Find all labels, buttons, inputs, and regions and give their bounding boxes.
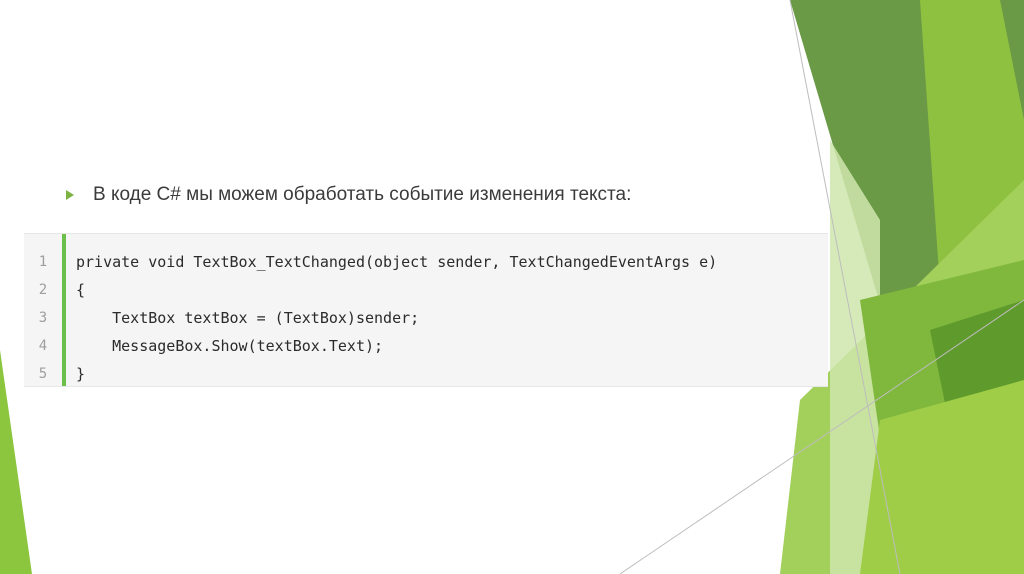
code-line: TextBox textBox = (TextBox)sender;	[76, 309, 420, 327]
line-number: 3	[38, 310, 48, 326]
code-block: 1 2 3 4 5 private void TextBox_TextChang…	[24, 233, 828, 387]
line-number: 5	[38, 366, 48, 382]
code-line: }	[76, 365, 86, 383]
code-line: private void TextBox_TextChanged(object …	[76, 253, 718, 271]
line-number: 1	[38, 254, 48, 270]
line-number-gutter: 1 2 3 4 5	[24, 234, 66, 386]
bullet-text: В коде C# мы можем обработать событие из…	[93, 184, 632, 205]
line-number: 2	[38, 282, 48, 298]
code-line: {	[76, 281, 86, 299]
bullet-item: В коде C# мы можем обработать событие из…	[66, 184, 631, 206]
code-line: MessageBox.Show(textBox.Text);	[76, 337, 384, 355]
bullet-arrow-icon	[66, 190, 74, 200]
code-content: private void TextBox_TextChanged(object …	[66, 234, 717, 386]
line-number: 4	[38, 338, 48, 354]
